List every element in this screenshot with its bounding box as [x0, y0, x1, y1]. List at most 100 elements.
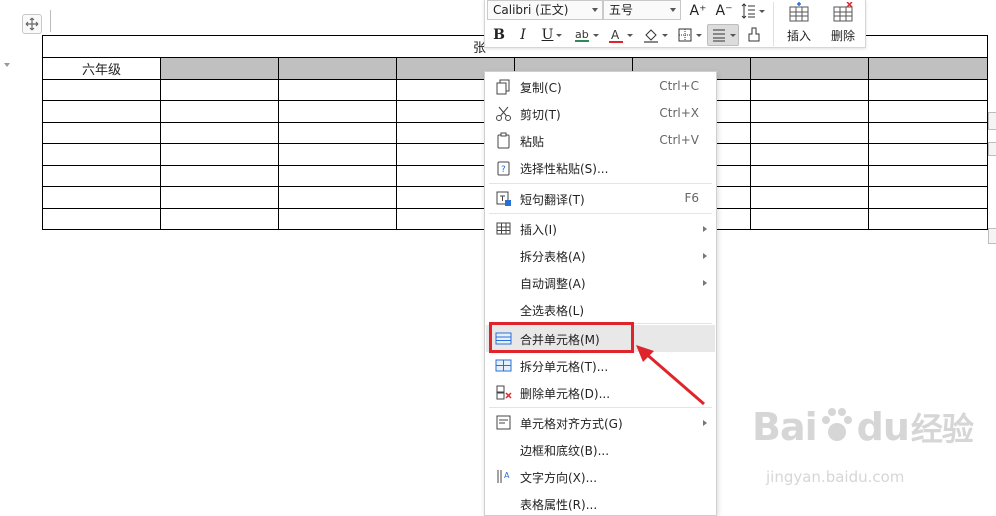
side-scroll-tab[interactable] — [988, 112, 996, 130]
menu-item-select-table[interactable]: 全选表格(L) — [486, 296, 715, 323]
menu-item-copy[interactable]: 复制(C) Ctrl+C — [486, 73, 715, 100]
table-delete-icon — [833, 1, 853, 22]
table-cell[interactable] — [278, 121, 397, 144]
align-button[interactable] — [707, 24, 739, 46]
menu-item-cell-alignment[interactable]: 单元格对齐方式(G) — [486, 409, 715, 436]
borders-button[interactable] — [673, 24, 705, 46]
text-direction-icon: A — [497, 470, 510, 483]
menu-item-paste[interactable]: 粘贴 Ctrl+V — [486, 127, 715, 154]
menu-item-translate[interactable]: 短句翻译(T) F6 — [486, 185, 715, 212]
table-cell[interactable] — [750, 164, 869, 187]
table-cell[interactable] — [867, 78, 989, 101]
shading-button[interactable] — [639, 24, 671, 46]
table-cell[interactable] — [160, 100, 279, 123]
table-cell[interactable] — [867, 186, 989, 209]
translate-icon — [496, 191, 511, 206]
bold-button[interactable]: B — [489, 24, 509, 46]
menu-item-label: 复制(C) — [520, 81, 562, 95]
copy-icon — [496, 79, 510, 95]
italic-button[interactable]: I — [513, 24, 533, 46]
scissors-icon — [496, 106, 511, 121]
menu-item-insert[interactable]: 插入(I) — [486, 215, 715, 242]
side-scroll-tab[interactable] — [988, 142, 996, 156]
delete-button[interactable]: 删除 — [821, 0, 865, 48]
table-cell[interactable] — [750, 186, 869, 209]
font-size-select[interactable]: 五号 — [603, 0, 681, 20]
move-icon — [25, 17, 39, 31]
table-cell[interactable] — [867, 121, 989, 144]
menu-item-autofit[interactable]: 自动调整(A) — [486, 269, 715, 296]
menu-item-label: 剪切(T) — [520, 108, 561, 122]
table-move-handle[interactable] — [22, 14, 42, 34]
table-cell[interactable] — [160, 186, 279, 209]
underline-button[interactable]: U — [537, 24, 567, 46]
split-cells-icon — [495, 359, 512, 372]
insert-label: 插入 — [786, 29, 811, 43]
format-painter-button[interactable] — [743, 24, 765, 46]
grow-font-button[interactable]: A⁺ — [687, 0, 709, 22]
table-cell[interactable] — [42, 78, 161, 101]
menu-item-label: 删除单元格(D)... — [520, 387, 611, 401]
table-cell[interactable] — [278, 100, 397, 123]
table-cell[interactable] — [278, 143, 397, 166]
chevron-down-icon — [661, 33, 668, 37]
highlight-box — [489, 322, 634, 353]
shrink-font-button[interactable]: A⁻ — [713, 0, 735, 22]
table-cell[interactable] — [750, 121, 869, 144]
menu-item-label: 选择性粘贴(S)... — [520, 162, 609, 176]
table-cell-selected[interactable] — [278, 57, 397, 80]
menu-item-cut[interactable]: 剪切(T) Ctrl+X — [486, 100, 715, 127]
submenu-arrow-icon — [703, 226, 707, 232]
svg-text:ab: ab — [575, 28, 589, 41]
table-cell[interactable] — [42, 164, 161, 187]
watermark-cn: 经验 — [910, 410, 974, 448]
table-cell[interactable] — [42, 207, 161, 230]
menu-item-paste-special[interactable]: ? 选择性粘贴(S)... — [486, 154, 715, 181]
table-cell-selected[interactable] — [750, 57, 869, 80]
table-cell[interactable] — [42, 100, 161, 123]
table-cell[interactable] — [750, 78, 869, 101]
table-cell[interactable] — [278, 164, 397, 187]
table-cell-selected[interactable] — [160, 57, 279, 80]
table-cell[interactable] — [278, 186, 397, 209]
table-cell[interactable] — [867, 143, 989, 166]
table-cell-selected[interactable] — [867, 57, 989, 80]
table-cell[interactable] — [42, 143, 161, 166]
insert-button[interactable]: 插入 — [777, 0, 821, 48]
table-cell[interactable] — [160, 207, 279, 230]
paw-icon — [821, 408, 852, 441]
menu-item-table-properties[interactable]: 表格属性(R)... — [486, 490, 715, 516]
table-cell[interactable] — [750, 100, 869, 123]
submenu-arrow-icon — [703, 280, 707, 286]
border-grid-icon — [678, 28, 691, 42]
table-cell[interactable] — [160, 164, 279, 187]
table-cell[interactable] — [42, 186, 161, 209]
underline-label: U — [541, 27, 554, 43]
menu-item-label: 边框和底纹(B)... — [520, 444, 610, 458]
table-cell[interactable] — [867, 207, 989, 230]
grade-cell[interactable]: 六年级 — [42, 57, 161, 80]
table-cell[interactable] — [278, 78, 397, 101]
menu-item-borders-shading[interactable]: 边框和底纹(B)... — [486, 436, 715, 463]
table-cell[interactable] — [160, 78, 279, 101]
menu-item-text-direction[interactable]: A 文字方向(X)... — [486, 463, 715, 490]
table-cell[interactable] — [278, 207, 397, 230]
table-cell[interactable] — [750, 207, 869, 230]
menu-item-split-table[interactable]: 拆分表格(A) — [486, 242, 715, 269]
table-cell[interactable] — [867, 100, 989, 123]
chevron-down-icon — [556, 33, 563, 37]
side-scroll-tab[interactable] — [988, 228, 996, 244]
table-cell[interactable] — [867, 164, 989, 187]
table-cell[interactable] — [160, 143, 279, 166]
table-cell[interactable] — [750, 143, 869, 166]
line-spacing-button[interactable] — [737, 0, 767, 22]
highlight-button[interactable]: ab — [571, 24, 601, 46]
table-cell[interactable] — [160, 121, 279, 144]
menu-item-label: 插入(I) — [520, 223, 557, 237]
font-color-button[interactable]: A — [605, 24, 635, 46]
mini-toolbar: Calibri (正文) 五号 A⁺ A⁻ B I U ab A 插入 删除 — [484, 0, 866, 48]
font-name-select[interactable]: Calibri (正文) — [487, 0, 603, 20]
chevron-down-icon — [695, 33, 702, 37]
margin-marker — [50, 10, 51, 32]
table-cell[interactable] — [42, 121, 161, 144]
